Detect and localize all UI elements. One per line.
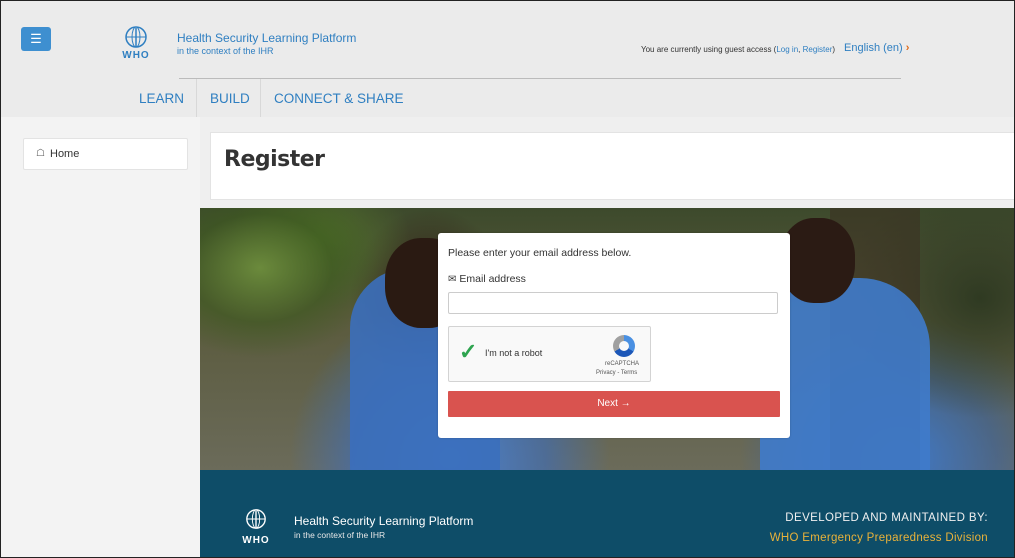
guest-suffix: )	[832, 45, 836, 54]
email-label-text: Email address	[459, 273, 526, 285]
page-title: Register	[224, 147, 325, 172]
nav-learn[interactable]: LEARN	[139, 91, 184, 106]
globe-emblem-icon	[125, 26, 147, 48]
footer-who-logo: WHO	[241, 508, 271, 546]
form-prompt: Please enter your email address below.	[448, 247, 632, 259]
hamburger-icon: ☰	[30, 31, 42, 46]
register-link[interactable]: Register	[803, 45, 833, 54]
menu-toggle-button[interactable]: ☰	[21, 27, 51, 51]
page-frame: ☰ WHO Health Security Learning Platform …	[0, 0, 1015, 558]
who-logo[interactable]: WHO	[119, 25, 153, 65]
nav-separator	[260, 79, 261, 117]
language-selector[interactable]: English (en) ›	[844, 42, 909, 54]
footer-subtitle: in the context of the IHR	[294, 530, 386, 540]
email-label: ✉ Email address	[448, 273, 526, 285]
email-field[interactable]	[448, 292, 778, 314]
language-label: English (en)	[844, 42, 903, 54]
envelope-icon: ✉	[448, 274, 457, 285]
nav-build[interactable]: BUILD	[210, 91, 250, 106]
guest-access-notice: You are currently using guest access (Lo…	[641, 45, 835, 54]
home-icon: ☖	[36, 148, 45, 159]
sidebar-item-label: Home	[50, 148, 80, 160]
nav-connect-share[interactable]: CONNECT & SHARE	[274, 91, 404, 106]
chevron-right-icon: ›	[905, 42, 910, 54]
recaptcha-logo-icon	[613, 335, 635, 357]
footer-title: Health Security Learning Platform	[294, 514, 474, 528]
captcha-brand: reCAPTCHA	[605, 361, 640, 367]
captcha-label: I'm not a robot	[485, 348, 543, 358]
next-button[interactable]: Next →	[448, 391, 780, 417]
page-header: Register	[210, 132, 1014, 200]
nav-separator	[196, 79, 197, 117]
main-nav: LEARN BUILD CONNECT & SHARE	[1, 79, 1014, 117]
brand-title[interactable]: Health Security Learning Platform	[177, 31, 356, 45]
recaptcha-widget[interactable]: ✓ I'm not a robot reCAPTCHA Privacy - Te…	[448, 326, 651, 382]
login-link[interactable]: Log in	[776, 45, 798, 54]
globe-emblem-icon	[246, 509, 266, 529]
brand-subtitle: in the context of the IHR	[177, 46, 274, 56]
sidebar	[1, 117, 200, 557]
top-header: ☰ WHO Health Security Learning Platform …	[1, 1, 1014, 79]
guest-prefix: You are currently using guest access (	[641, 45, 777, 54]
register-form-card: Please enter your email address below. ✉…	[438, 233, 790, 438]
sidebar-item-home[interactable]: ☖ Home	[23, 138, 188, 170]
who-logo-text: WHO	[122, 50, 150, 61]
developed-by-label: DEVELOPED AND MAINTAINED BY:	[785, 512, 988, 524]
division-link[interactable]: WHO Emergency Preparedness Division	[770, 532, 988, 544]
footer: WHO Health Security Learning Platform in…	[200, 470, 1014, 557]
checkmark-icon[interactable]: ✓	[459, 339, 477, 365]
hero-head-right	[780, 218, 855, 303]
captcha-privacy-terms[interactable]: Privacy - Terms	[596, 370, 637, 376]
footer-logo-text: WHO	[242, 535, 270, 546]
